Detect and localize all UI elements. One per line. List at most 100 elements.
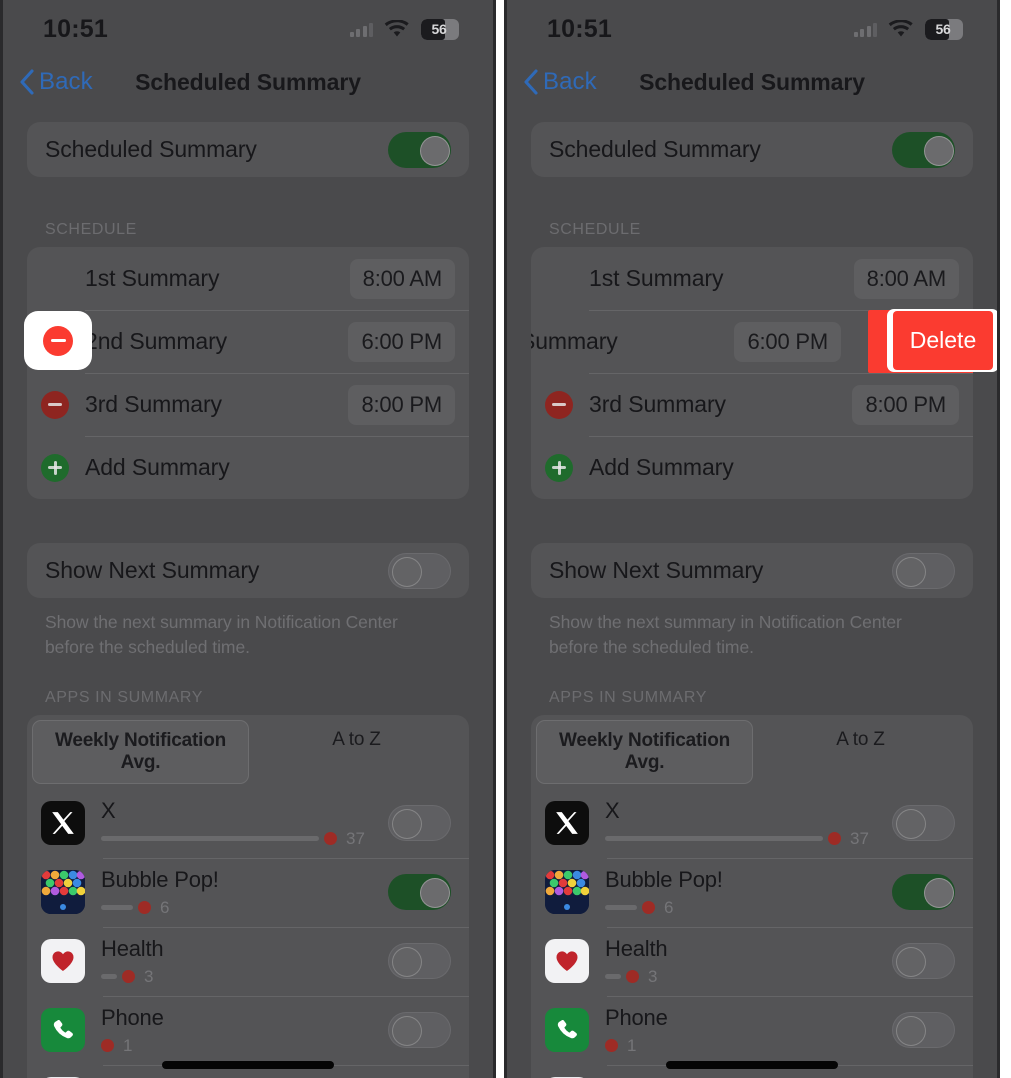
app-count: 37 <box>850 828 869 848</box>
tab-a-to-z[interactable]: A to Z <box>249 720 464 784</box>
status-time: 10:51 <box>547 14 612 43</box>
phone-app-icon <box>545 1008 589 1053</box>
chevron-left-icon <box>524 69 538 95</box>
status-time: 10:51 <box>43 14 108 43</box>
apps-card: Weekly Notification Avg. A to Z X 37 Bub… <box>531 714 973 1078</box>
plus-circle-icon[interactable] <box>545 453 573 482</box>
back-button[interactable]: Back <box>19 68 93 96</box>
scheduled-summary-label: Scheduled Summary <box>45 136 257 162</box>
add-summary-row[interactable]: Add Summary <box>531 436 973 499</box>
back-label: Back <box>543 68 597 95</box>
schedule-row-time[interactable]: 6:00 PM <box>348 321 455 362</box>
app-info: Phone 1 <box>101 1005 388 1056</box>
tab-a-to-z[interactable]: A to Z <box>753 720 968 784</box>
delete-button-highlight[interactable]: Delete <box>887 309 997 372</box>
schedule-row-1[interactable]: 1st Summary 8:00 AM <box>27 247 469 310</box>
scheduled-summary-toggle[interactable] <box>388 131 451 168</box>
scheduled-summary-toggle[interactable] <box>892 131 955 168</box>
app-row-x[interactable]: X 37 <box>27 789 469 858</box>
app-info: Bubble Pop! 6 <box>101 867 388 918</box>
settings-content: Scheduled Summary SCHEDULE 1st Summary 8… <box>507 106 997 1078</box>
schedule-section-title: SCHEDULE <box>549 221 641 238</box>
schedule-row-name: 1st Summary <box>85 265 220 291</box>
app-toggle-health[interactable] <box>388 943 451 980</box>
tab-weekly-notification-avg[interactable]: Weekly Notification Avg. <box>536 719 753 784</box>
app-row-bubble-pop[interactable]: Bubble Pop! 6 <box>531 857 973 927</box>
tab-weekly-notification-avg[interactable]: Weekly Notification Avg. <box>32 719 249 784</box>
status-icons: 56 <box>349 18 459 40</box>
schedule-row-time[interactable]: 8:00 PM <box>348 384 455 425</box>
schedule-row-name: 3rd Summary <box>589 391 726 417</box>
nav-bar: Back Scheduled Summary <box>507 58 997 106</box>
schedule-row-1[interactable]: 1st Summary 8:00 AM <box>531 247 973 310</box>
app-name: Phone <box>101 1004 164 1030</box>
plus-circle-icon[interactable] <box>41 453 69 482</box>
show-next-summary-row[interactable]: Show Next Summary <box>27 543 469 598</box>
app-toggle-phone[interactable] <box>388 1012 451 1049</box>
app-name: Bubble Pop! <box>101 866 219 892</box>
app-row-health[interactable]: Health 3 <box>531 926 973 996</box>
schedule-row-2[interactable]: 2nd Summary 6:00 PM <box>27 310 469 373</box>
show-next-summary-toggle[interactable] <box>388 552 451 589</box>
schedule-row-time[interactable]: 8:00 AM <box>853 258 959 299</box>
app-info: Find My 0 <box>101 1074 388 1078</box>
app-count: 1 <box>123 1035 133 1055</box>
scheduled-summary-row[interactable]: Scheduled Summary <box>531 122 973 177</box>
phone-panel-left: 10:51 56 Back Scheduled Summary Schedule… <box>0 0 496 1078</box>
cellular-bars-icon <box>853 22 877 37</box>
schedule-row-time[interactable]: 8:00 AM <box>349 258 455 299</box>
app-toggle-bubble-pop[interactable] <box>892 874 955 911</box>
remove-button-highlight[interactable] <box>24 311 92 370</box>
scheduled-summary-card: Scheduled Summary <box>531 122 973 177</box>
app-meter: 6 <box>101 898 388 918</box>
app-name: X <box>605 797 620 823</box>
schedule-row-3[interactable]: 3rd Summary 8:00 PM <box>531 373 973 436</box>
health-app-icon <box>545 939 589 984</box>
app-toggle-health[interactable] <box>892 943 955 980</box>
add-summary-row[interactable]: Add Summary <box>27 436 469 499</box>
app-row-health[interactable]: Health 3 <box>27 926 469 996</box>
schedule-row-time[interactable]: 6:00 PM <box>734 321 841 362</box>
back-button[interactable]: Back <box>523 68 597 96</box>
app-meter: 3 <box>605 967 892 987</box>
schedule-row-3[interactable]: 3rd Summary 8:00 PM <box>27 373 469 436</box>
app-toggle-x[interactable] <box>388 805 451 842</box>
delete-button[interactable]: Delete <box>893 311 993 370</box>
app-row-x[interactable]: X 37 <box>531 789 973 858</box>
minus-circle-icon[interactable] <box>43 325 73 356</box>
scheduled-summary-row[interactable]: Scheduled Summary <box>27 122 469 177</box>
apps-card: Weekly Notification Avg. A to Z X 37 Bub… <box>27 714 469 1078</box>
app-toggle-bubble-pop[interactable] <box>388 874 451 911</box>
status-bar: 10:51 56 <box>507 0 997 58</box>
app-name: X <box>101 797 116 823</box>
cellular-bars-icon <box>349 22 373 37</box>
schedule-row-time[interactable]: 8:00 PM <box>852 384 959 425</box>
app-count: 3 <box>648 966 658 986</box>
app-row-phone[interactable]: Phone 1 <box>27 995 469 1065</box>
status-bar: 10:51 56 <box>3 0 493 58</box>
phone-panel-right: 10:51 56 Back Scheduled Summary Schedule… <box>504 0 1000 1078</box>
screenshot-stage: 10:51 56 Back Scheduled Summary Schedule… <box>0 0 1011 1078</box>
apps-sort-segmented-control: Weekly Notification Avg. A to Z <box>531 715 973 789</box>
app-toggle-x[interactable] <box>892 805 955 842</box>
app-meter: 6 <box>605 898 892 918</box>
app-name: Health <box>101 935 164 961</box>
app-meter: 37 <box>605 829 892 849</box>
show-next-summary-toggle[interactable] <box>892 552 955 589</box>
show-next-summary-row[interactable]: Show Next Summary <box>531 543 973 598</box>
app-toggle-phone[interactable] <box>892 1012 955 1049</box>
schedule-card: 1st Summary 8:00 AM d Summary 6:00 PM De… <box>531 247 973 499</box>
app-row-phone[interactable]: Phone 1 <box>531 995 973 1065</box>
minus-circle-icon[interactable] <box>41 390 69 419</box>
battery-percent: 56 <box>431 20 447 37</box>
minus-circle-icon[interactable] <box>545 390 573 419</box>
show-next-summary-footnote: Show the next summary in Notification Ce… <box>45 612 398 658</box>
app-meter: 37 <box>101 829 388 849</box>
app-row-bubble-pop[interactable]: Bubble Pop! 6 <box>27 857 469 927</box>
settings-content: Scheduled Summary SCHEDULE 1st Summary 8… <box>3 106 493 1078</box>
battery-icon: 56 <box>925 18 963 40</box>
app-count: 6 <box>160 897 170 917</box>
app-info: Bubble Pop! 6 <box>605 867 892 918</box>
schedule-row-name: 2nd Summary <box>85 328 228 354</box>
app-name: Find My <box>605 1074 892 1078</box>
